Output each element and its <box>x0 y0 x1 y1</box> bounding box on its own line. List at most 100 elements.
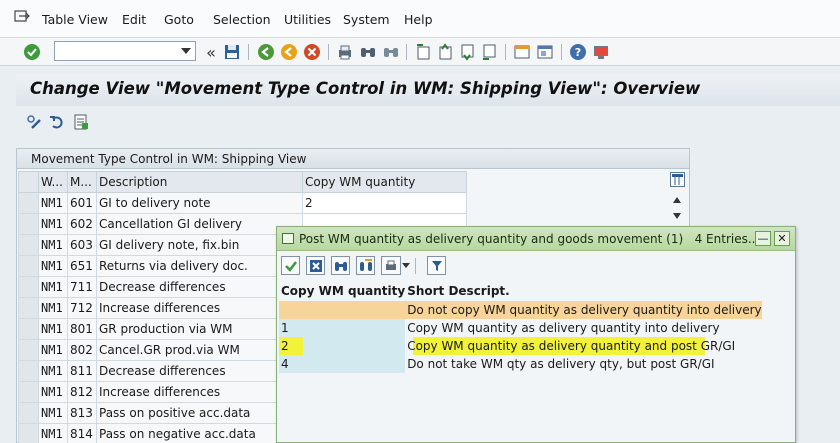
cell-warehouse[interactable]: NM1 <box>38 402 68 424</box>
cell-copy-wm-quantity[interactable]: 2 <box>302 192 467 214</box>
popup-column-key[interactable]: Copy WM quantity <box>279 281 406 301</box>
enter-check-icon[interactable] <box>22 42 42 62</box>
cell-description[interactable]: Returns via delivery doc. <box>96 255 303 277</box>
cell-warehouse[interactable]: NM1 <box>38 234 68 256</box>
cell-warehouse[interactable]: NM1 <box>38 276 68 298</box>
cell-description[interactable]: Increase differences <box>96 297 303 319</box>
chevron-down-icon[interactable] <box>181 48 191 54</box>
popup-cell-description[interactable]: Do not copy WM quantity as delivery quan… <box>405 301 762 319</box>
menu-table-view[interactable]: Table View <box>42 12 108 27</box>
select-all-header[interactable] <box>18 171 39 193</box>
print-icon[interactable] <box>335 42 355 62</box>
help-icon[interactable]: ? <box>568 42 588 62</box>
row-selector[interactable] <box>18 318 39 340</box>
cell-movement-type[interactable]: 802 <box>67 339 97 361</box>
menu-edit[interactable]: Edit <box>122 12 146 27</box>
next-page-icon[interactable] <box>457 42 477 62</box>
popup-cell-description[interactable]: Copy WM quantity as delivery quantity in… <box>405 319 762 337</box>
previous-page-icon[interactable] <box>435 42 455 62</box>
row-selector[interactable] <box>18 423 39 443</box>
cell-movement-type[interactable]: 813 <box>67 402 97 424</box>
accept-check-icon[interactable] <box>281 256 300 275</box>
row-selector[interactable] <box>18 192 39 214</box>
popup-cell-key[interactable]: 1 <box>279 319 406 337</box>
popup-column-description[interactable]: Short Descript. <box>405 281 762 301</box>
popup-value-row[interactable]: Do not copy WM quantity as delivery quan… <box>279 301 762 319</box>
cell-warehouse[interactable]: NM1 <box>38 339 68 361</box>
cell-movement-type[interactable]: 602 <box>67 213 97 235</box>
cell-movement-type[interactable]: 601 <box>67 192 97 214</box>
cell-description[interactable]: Decrease differences <box>96 276 303 298</box>
menu-selection[interactable]: Selection <box>213 12 271 27</box>
minimize-icon[interactable]: — <box>755 231 771 246</box>
cell-movement-type[interactable]: 651 <box>67 255 97 277</box>
popup-value-row[interactable]: 1 Copy WM quantity as delivery quantity i… <box>279 319 762 337</box>
close-icon[interactable]: ✕ <box>774 231 790 246</box>
cell-warehouse[interactable]: NM1 <box>38 255 68 277</box>
cell-movement-type[interactable]: 811 <box>67 360 97 382</box>
command-field[interactable] <box>54 41 196 61</box>
chevron-down-icon[interactable] <box>402 263 410 268</box>
cell-movement-type[interactable]: 603 <box>67 234 97 256</box>
row-selector[interactable] <box>18 297 39 319</box>
first-page-icon[interactable] <box>413 42 433 62</box>
cancel-x-icon[interactable] <box>306 256 325 275</box>
menu-exit-icon[interactable] <box>14 10 30 24</box>
cell-movement-type[interactable]: 711 <box>67 276 97 298</box>
column-settings-icon[interactable] <box>670 172 685 187</box>
column-header-warehouse[interactable]: W... <box>38 171 68 193</box>
row-selector[interactable] <box>18 402 39 424</box>
column-header-copy-wm-quantity[interactable]: Copy WM quantity <box>302 171 467 193</box>
cell-movement-type[interactable]: 801 <box>67 318 97 340</box>
menu-utilities[interactable]: Utilities <box>284 12 331 27</box>
exit-icon[interactable] <box>279 42 299 62</box>
popup-value-row[interactable]: 4 Do not take WM qty as delivery qty, but… <box>279 355 762 373</box>
save-icon[interactable] <box>222 42 242 62</box>
find-next-icon[interactable] <box>381 42 401 62</box>
cell-description[interactable]: Cancellation GI delivery <box>96 213 303 235</box>
column-header-movement-type[interactable]: M... <box>67 171 97 193</box>
row-selector[interactable] <box>18 255 39 277</box>
display-change-icon[interactable] <box>24 112 44 132</box>
row-selector[interactable] <box>18 360 39 382</box>
cell-warehouse[interactable]: NM1 <box>38 360 68 382</box>
find-icon[interactable] <box>358 42 378 62</box>
cell-movement-type[interactable]: 812 <box>67 381 97 403</box>
customize-layout-icon[interactable] <box>591 42 611 62</box>
cell-warehouse[interactable]: NM1 <box>38 381 68 403</box>
cell-description[interactable]: Pass on negative acc.data <box>96 423 303 443</box>
cell-description[interactable]: Cancel.GR prod.via WM <box>96 339 303 361</box>
row-selector[interactable] <box>18 213 39 235</box>
cell-warehouse[interactable]: NM1 <box>38 423 68 443</box>
scroll-down-icon[interactable] <box>673 213 681 219</box>
filter-icon[interactable] <box>427 256 446 275</box>
row-selector[interactable] <box>18 234 39 256</box>
popup-cell-key[interactable] <box>279 301 406 319</box>
popup-cell-description[interactable]: Copy WM quantity as delivery quantity an… <box>405 337 762 355</box>
cell-description[interactable]: Increase differences <box>96 381 303 403</box>
shortcut-icon[interactable] <box>535 42 555 62</box>
popup-cell-key[interactable]: 2 <box>279 337 406 355</box>
cell-description[interactable]: GR production via WM <box>96 318 303 340</box>
undo-icon[interactable] <box>47 112 67 132</box>
cell-warehouse[interactable]: NM1 <box>38 318 68 340</box>
find-icon[interactable] <box>331 256 350 275</box>
row-selector[interactable] <box>18 339 39 361</box>
print-icon[interactable] <box>381 256 401 275</box>
cell-warehouse[interactable]: NM1 <box>38 297 68 319</box>
cancel-icon[interactable] <box>302 42 322 62</box>
details-icon[interactable] <box>71 112 91 132</box>
cell-description[interactable]: GI to delivery note <box>96 192 303 214</box>
menu-help[interactable]: Help <box>404 12 433 27</box>
scroll-up-icon[interactable] <box>673 197 681 203</box>
last-page-icon[interactable] <box>479 42 499 62</box>
popup-cell-key[interactable]: 4 <box>279 355 406 373</box>
cell-warehouse[interactable]: NM1 <box>38 192 68 214</box>
popup-value-row[interactable]: 2 Copy WM quantity as delivery quantity a… <box>279 337 762 355</box>
row-selector[interactable] <box>18 381 39 403</box>
create-session-icon[interactable] <box>512 42 532 62</box>
menu-system[interactable]: System <box>343 12 390 27</box>
menu-goto[interactable]: Goto <box>164 12 194 27</box>
cell-description[interactable]: Pass on positive acc.data <box>96 402 303 424</box>
collapse-icon[interactable]: « <box>201 42 221 62</box>
